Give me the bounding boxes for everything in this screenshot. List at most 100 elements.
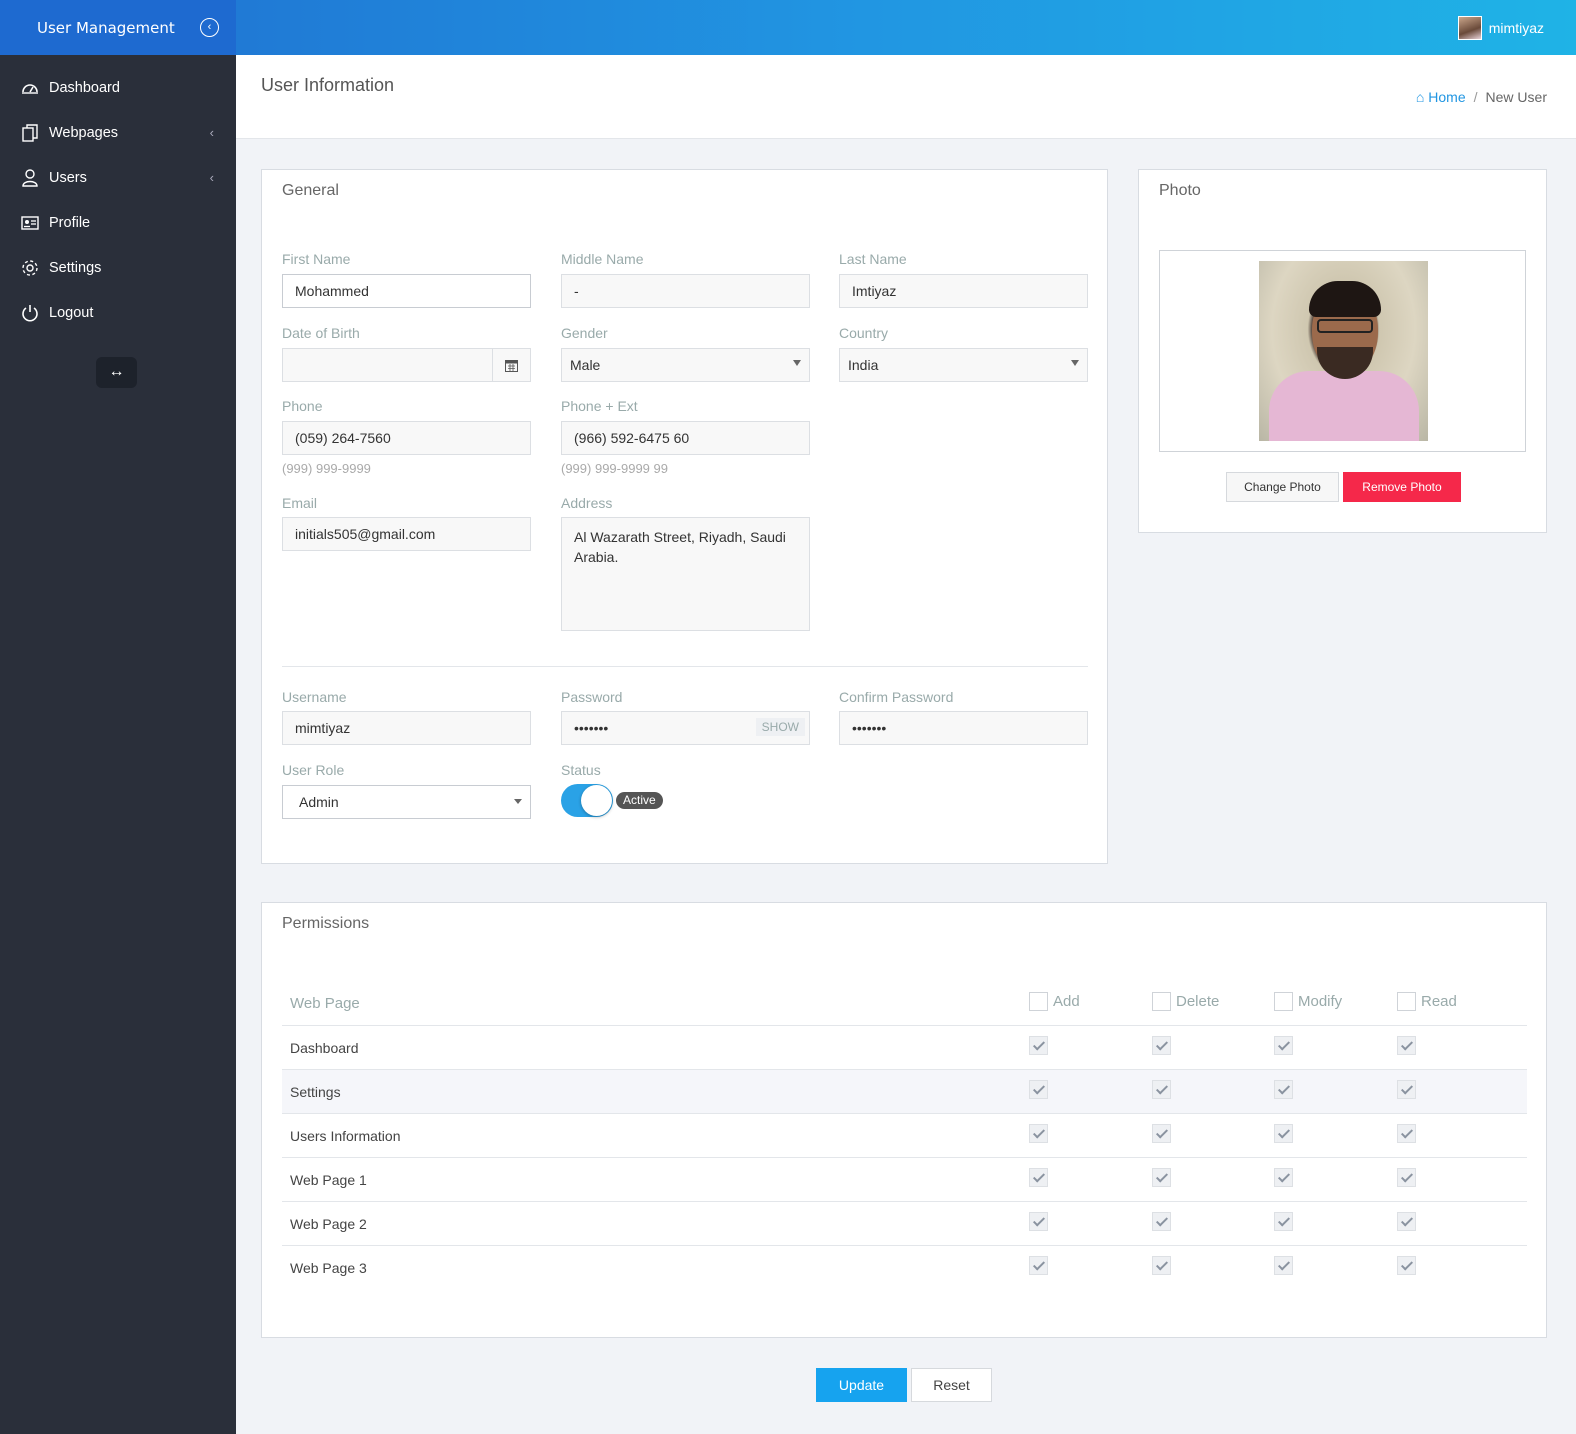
column-add: Add	[1053, 993, 1080, 1010]
change-photo-button[interactable]: Change Photo	[1226, 472, 1339, 502]
confirm-password-field[interactable]: •••••••	[839, 711, 1088, 745]
delete-checkbox[interactable]	[1152, 1080, 1171, 1099]
phone-ext-hint: (999) 999-9999 99	[561, 461, 668, 476]
dashboard-gauge-icon	[21, 79, 39, 97]
remove-photo-button[interactable]: Remove Photo	[1343, 472, 1461, 502]
modify-checkbox[interactable]	[1274, 1080, 1293, 1099]
country-select[interactable]: India	[839, 348, 1088, 382]
username-field[interactable]: mimtiyaz	[282, 711, 531, 745]
row-page-name: Web Page 3	[290, 1260, 367, 1276]
column-web-page: Web Page	[290, 995, 360, 1012]
sidebar-item-webpages[interactable]: Webpages ‹	[0, 113, 236, 153]
update-button[interactable]: Update	[816, 1368, 907, 1402]
row-page-name: Web Page 2	[290, 1216, 367, 1232]
delete-checkbox[interactable]	[1152, 1212, 1171, 1231]
expand-arrows-icon[interactable]: ↔	[96, 357, 137, 388]
modify-checkbox[interactable]	[1274, 1168, 1293, 1187]
modify-checkbox[interactable]	[1274, 1256, 1293, 1275]
general-panel: General First Name Mohammed Middle Name …	[261, 169, 1108, 864]
phone-field[interactable]: (059) 264-7560	[282, 421, 531, 455]
add-checkbox[interactable]	[1029, 1212, 1048, 1231]
read-checkbox[interactable]	[1397, 1168, 1416, 1187]
sidebar-item-profile[interactable]: Profile	[0, 203, 236, 243]
read-checkbox[interactable]	[1397, 1256, 1416, 1275]
page-title: User Information	[261, 75, 395, 95]
row-page-name: Users Information	[290, 1128, 401, 1144]
select-all-add-checkbox[interactable]	[1029, 992, 1048, 1011]
column-delete: Delete	[1176, 993, 1220, 1010]
photo-panel: Photo Change Photo Remove Photo	[1138, 169, 1547, 533]
sidebar-item-settings[interactable]: Settings	[0, 248, 236, 288]
middle-name-field[interactable]: -	[561, 274, 810, 308]
permissions-table-header: Web Page Add Delete Modify Read	[282, 985, 1527, 1026]
add-checkbox[interactable]	[1029, 1168, 1048, 1187]
sidebar-item-label: Webpages	[49, 125, 119, 141]
app-title: User Management	[37, 19, 175, 37]
user-icon	[21, 169, 39, 187]
user-role-label: User Role	[282, 762, 345, 778]
modify-checkbox[interactable]	[1274, 1212, 1293, 1231]
select-all-read-checkbox[interactable]	[1397, 992, 1416, 1011]
home-icon: ⌂	[1415, 89, 1425, 105]
last-name-field[interactable]: Imtiyaz	[839, 274, 1088, 308]
address-textarea[interactable]: Al Wazarath Street, Riyadh, Saudi Arabia…	[561, 517, 810, 631]
sidebar: Dashboard Webpages ‹ Users ‹ Profile Set…	[0, 55, 236, 1434]
avatar	[1457, 16, 1482, 40]
table-row: Web Page 2	[282, 1202, 1527, 1246]
dropdown-arrow-icon	[793, 360, 801, 366]
add-checkbox[interactable]	[1029, 1124, 1048, 1143]
first-name-field[interactable]: Mohammed	[282, 274, 531, 308]
chevron-left-icon: ‹	[209, 170, 214, 185]
user-menu[interactable]: mimtiyaz	[1457, 16, 1544, 40]
address-label: Address	[561, 495, 613, 511]
collapse-sidebar-icon[interactable]: ‹	[200, 18, 219, 37]
select-all-delete-checkbox[interactable]	[1152, 992, 1171, 1011]
sidebar-item-logout[interactable]: Logout	[0, 293, 236, 333]
table-row: Web Page 1	[282, 1158, 1527, 1202]
read-checkbox[interactable]	[1397, 1212, 1416, 1231]
delete-checkbox[interactable]	[1152, 1124, 1171, 1143]
read-checkbox[interactable]	[1397, 1080, 1416, 1099]
section-divider	[282, 666, 1088, 667]
sidebar-item-dashboard[interactable]: Dashboard	[0, 68, 236, 108]
sidebar-item-label: Dashboard	[49, 80, 120, 96]
add-checkbox[interactable]	[1029, 1080, 1048, 1099]
username-label: Username	[282, 689, 347, 705]
read-checkbox[interactable]	[1397, 1036, 1416, 1055]
add-checkbox[interactable]	[1029, 1036, 1048, 1055]
status-label: Status	[561, 762, 601, 778]
delete-checkbox[interactable]	[1152, 1036, 1171, 1055]
profile-photo	[1259, 261, 1428, 441]
read-checkbox[interactable]	[1397, 1124, 1416, 1143]
gender-select[interactable]: Male	[561, 348, 810, 382]
show-password-button[interactable]: SHOW	[755, 718, 805, 736]
password-field[interactable]: ••••••• SHOW	[561, 711, 810, 745]
table-row: Dashboard	[282, 1026, 1527, 1070]
reset-button[interactable]: Reset	[911, 1368, 992, 1402]
status-toggle[interactable]	[561, 784, 613, 817]
user-role-select[interactable]: Admin	[282, 785, 531, 819]
middle-name-label: Middle Name	[561, 251, 644, 267]
power-icon	[21, 304, 39, 322]
photo-frame	[1159, 250, 1526, 452]
modify-checkbox[interactable]	[1274, 1036, 1293, 1055]
sidebar-item-users[interactable]: Users ‹	[0, 158, 236, 198]
breadcrumb: ⌂ Home / New User	[1416, 89, 1547, 105]
content-header: User Information ⌂ Home / New User	[236, 55, 1576, 139]
last-name-label: Last Name	[839, 251, 907, 267]
email-field[interactable]: initials505@gmail.com	[282, 517, 531, 551]
dob-field[interactable]	[282, 348, 531, 382]
photo-title: Photo	[1159, 182, 1201, 199]
add-checkbox[interactable]	[1029, 1256, 1048, 1275]
row-page-name: Dashboard	[290, 1040, 359, 1056]
phone-hint: (999) 999-9999	[282, 461, 371, 476]
breadcrumb-home[interactable]: ⌂ Home	[1416, 89, 1466, 105]
calendar-icon[interactable]	[492, 349, 530, 381]
phone-ext-field[interactable]: (966) 592-6475 60	[561, 421, 810, 455]
modify-checkbox[interactable]	[1274, 1124, 1293, 1143]
delete-checkbox[interactable]	[1152, 1168, 1171, 1187]
column-read: Read	[1421, 993, 1457, 1010]
delete-checkbox[interactable]	[1152, 1256, 1171, 1275]
select-all-modify-checkbox[interactable]	[1274, 992, 1293, 1011]
confirm-password-label: Confirm Password	[839, 689, 954, 705]
